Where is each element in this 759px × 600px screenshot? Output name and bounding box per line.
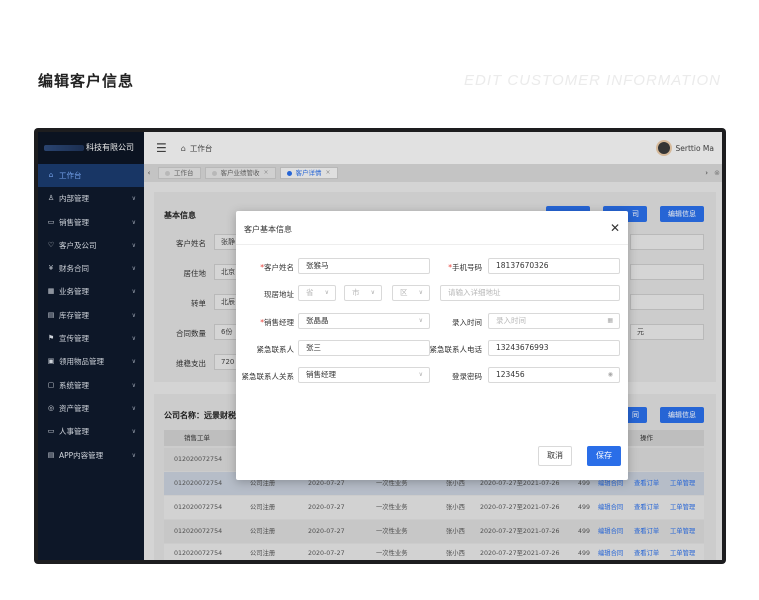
password-input[interactable]: 123456 ◉ [488, 367, 620, 383]
entry-time-picker[interactable]: 录入时间 ▦ [488, 313, 620, 329]
sales-manager-select[interactable]: 张晶晶 ∨ [298, 313, 430, 329]
cancel-button[interactable]: 取消 [538, 446, 572, 466]
page-title: 编辑客户信息 [38, 72, 135, 90]
phone-input[interactable]: 18137670326 [488, 258, 620, 274]
sales-manager-label: *销售经理 [244, 317, 294, 328]
eye-icon[interactable]: ◉ [608, 368, 613, 382]
city-select[interactable]: 市 ∨ [344, 285, 382, 301]
customer-name-label: *客户姓名 [244, 262, 294, 273]
close-icon[interactable]: ✕ [610, 221, 620, 235]
emergency-relation-label: 紧急联系人关系 [241, 372, 295, 381]
entry-time-label: 录入时间 [452, 318, 482, 327]
chevron-down-icon: ∨ [418, 371, 423, 378]
emergency-contact-label: 紧急联系人 [256, 345, 295, 354]
calendar-icon: ▦ [607, 317, 613, 324]
phone-label: *手机号码 [432, 262, 482, 273]
select-placeholder: 省 [306, 288, 314, 297]
detailed-address-input[interactable]: 请输入详细地址 [440, 285, 620, 301]
chevron-down-icon: ∨ [324, 289, 329, 296]
label-text: 客户姓名 [264, 263, 294, 272]
select-placeholder: 市 [352, 288, 360, 297]
select-value: 张晶晶 [306, 316, 329, 325]
page-subtitle: EDIT CUSTOMER INFORMATION [464, 72, 721, 89]
save-button[interactable]: 保存 [587, 446, 621, 466]
customer-info-modal: 客户基本信息 ✕ *客户姓名 张猴马 *手机号码 18137670326 现居地… [236, 211, 628, 480]
chevron-down-icon: ∨ [418, 289, 423, 296]
label-text: 手机号码 [452, 263, 482, 272]
address-label: 现居地址 [264, 290, 294, 299]
emergency-relation-select[interactable]: 销售经理 ∨ [298, 367, 430, 383]
password-label: 登录密码 [452, 372, 482, 381]
select-value: 销售经理 [306, 370, 336, 379]
district-select[interactable]: 区 ∨ [392, 285, 430, 301]
chevron-down-icon: ∨ [370, 289, 375, 296]
modal-title: 客户基本信息 [244, 225, 292, 234]
customer-name-input[interactable]: 张猴马 [298, 258, 430, 274]
chevron-down-icon: ∨ [418, 317, 423, 324]
label-text: 销售经理 [264, 318, 294, 327]
emergency-contact-input[interactable]: 张三 [298, 340, 430, 356]
select-placeholder: 区 [400, 288, 408, 297]
password-value: 123456 [496, 370, 525, 379]
province-select[interactable]: 省 ∨ [298, 285, 336, 301]
modal-divider [236, 244, 628, 245]
emergency-phone-label: 紧急联系人电话 [429, 345, 483, 354]
picker-placeholder: 录入时间 [496, 316, 526, 325]
emergency-phone-input[interactable]: 13243676993 [488, 340, 620, 356]
